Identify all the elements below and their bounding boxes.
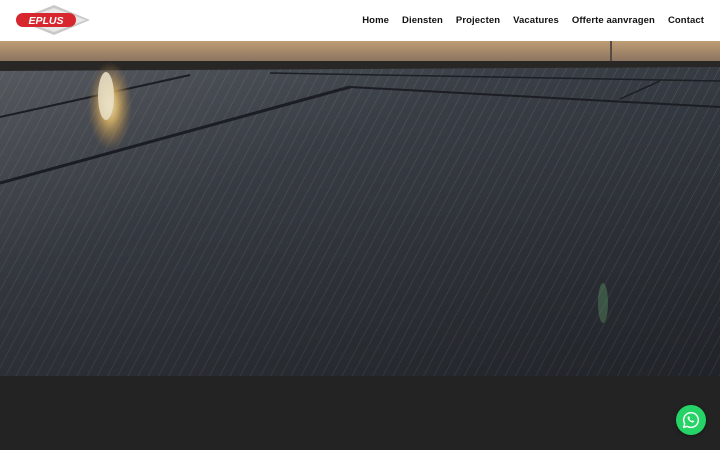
nav-contact[interactable]: Contact bbox=[668, 15, 704, 26]
logo-text: EPLUS bbox=[28, 15, 63, 27]
whatsapp-chat-button[interactable] bbox=[676, 405, 706, 435]
whatsapp-icon bbox=[682, 411, 700, 429]
nav-home[interactable]: Home bbox=[362, 15, 389, 26]
nav-projecten[interactable]: Projecten bbox=[456, 15, 500, 26]
hero-image bbox=[0, 41, 720, 376]
solar-panels-image bbox=[0, 41, 720, 376]
nav-diensten[interactable]: Diensten bbox=[402, 15, 443, 26]
site-header: EPLUS Home Diensten Projecten Vacatures … bbox=[0, 0, 720, 41]
nav-vacatures[interactable]: Vacatures bbox=[513, 15, 559, 26]
dark-section bbox=[0, 376, 720, 450]
main-navigation: Home Diensten Projecten Vacatures Offert… bbox=[362, 0, 704, 41]
eplus-logo[interactable]: EPLUS bbox=[14, 4, 92, 36]
eplus-logo-mark: EPLUS bbox=[16, 5, 90, 35]
nav-offerte-aanvragen[interactable]: Offerte aanvragen bbox=[572, 15, 655, 26]
